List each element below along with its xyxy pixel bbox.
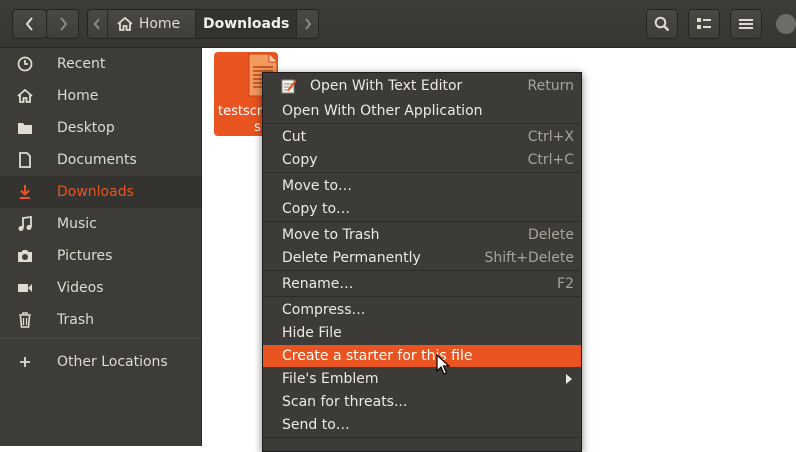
menu-item-shortcut: F2 [557, 276, 574, 292]
menu-item-label: Move to… [282, 178, 353, 194]
sidebar-item-documents[interactable]: Documents [0, 144, 201, 176]
menu-item-hide-file[interactable]: Hide File [263, 322, 581, 344]
menu-item-label: Delete Permanently [282, 250, 421, 266]
camera-icon [16, 248, 34, 264]
plus-icon [16, 354, 34, 370]
menu-item-shortcut: Delete [528, 227, 574, 243]
path-downloads[interactable]: Downloads [196, 10, 298, 38]
download-icon [16, 184, 34, 200]
search-button[interactable] [646, 9, 678, 39]
menu-item-shortcut: Shift+Delete [484, 250, 574, 266]
video-icon [16, 280, 34, 296]
hamburger-menu-icon [739, 19, 753, 29]
folder-icon [16, 120, 34, 136]
sidebar-item-downloads[interactable]: Downloads [0, 176, 201, 208]
sidebar-item-label: Other Locations [57, 354, 168, 370]
chevron-left-icon [94, 18, 101, 30]
sidebar-item-home[interactable]: Home [0, 80, 201, 112]
chevron-right-icon [304, 18, 311, 30]
sidebar: Recent Home Desktop Documents Downloads … [0, 48, 202, 446]
sidebar-item-music[interactable]: Music [0, 208, 201, 240]
menu-item-label: File's Emblem [282, 371, 379, 387]
chevron-left-icon [25, 17, 33, 31]
context-menu: Open With Text Editor Return Open With O… [262, 72, 582, 452]
home-icon [16, 88, 34, 104]
menu-item-copy[interactable]: Copy Ctrl+C [263, 149, 581, 171]
menu-item-label: Copy [282, 152, 318, 168]
sidebar-item-label: Videos [57, 280, 104, 296]
menu-item-label: Open With Other Application [282, 103, 483, 119]
menu-item-move-to-trash[interactable]: Move to Trash Delete [263, 224, 581, 246]
menu-item-label: Copy to… [282, 201, 351, 217]
sidebar-item-recent[interactable]: Recent [0, 48, 201, 80]
clock-icon [16, 56, 34, 72]
forward-button[interactable] [46, 9, 79, 39]
home-icon [117, 17, 133, 31]
sidebar-item-label: Downloads [57, 184, 134, 200]
menu-item-scan-for-threats[interactable]: Scan for threats... [263, 391, 581, 413]
window-minimize-button[interactable] [776, 14, 796, 34]
sidebar-separator [0, 338, 201, 339]
sidebar-item-label: Home [57, 88, 99, 104]
sidebar-item-label: Pictures [57, 248, 113, 264]
sidebar-item-videos[interactable]: Videos [0, 272, 201, 304]
sidebar-item-trash[interactable]: Trash [0, 304, 201, 336]
search-icon [654, 16, 670, 32]
sidebar-item-other-locations[interactable]: Other Locations [0, 346, 201, 378]
menu-separator [264, 221, 580, 222]
sidebar-item-label: Documents [57, 152, 137, 168]
menu-item-shortcut: Ctrl+X [527, 129, 574, 145]
menu-item-files-emblem[interactable]: File's Emblem [263, 368, 581, 390]
back-button[interactable] [12, 9, 47, 39]
path-bar: Home Downloads [87, 9, 319, 39]
sidebar-item-label: Trash [57, 312, 94, 328]
menu-separator [264, 270, 580, 271]
sidebar-item-label: Desktop [57, 120, 115, 136]
path-scroll-right[interactable] [297, 10, 318, 38]
path-home[interactable]: Home [108, 10, 197, 38]
menu-separator [264, 172, 580, 173]
menu-item-label: Compress… [282, 302, 366, 318]
path-home-label: Home [138, 16, 181, 32]
menu-item-compress[interactable]: Compress… [263, 299, 581, 321]
chevron-right-icon [59, 17, 67, 31]
menu-item-label: Open With Text Editor [310, 78, 463, 94]
menu-item-send-to[interactable]: Send to… [263, 414, 581, 436]
menu-item-label: Rename… [282, 276, 354, 292]
path-scroll-left[interactable] [88, 10, 108, 38]
menu-item-label: Cut [282, 129, 307, 145]
header-bar: Home Downloads [0, 0, 796, 48]
menu-item-open-with-text-editor[interactable]: Open With Text Editor Return [263, 75, 581, 97]
sidebar-item-label: Recent [57, 56, 106, 72]
sidebar-item-label: Music [57, 216, 97, 232]
main-menu-button[interactable] [730, 9, 762, 39]
menu-separator [264, 437, 580, 438]
sidebar-item-desktop[interactable]: Desktop [0, 112, 201, 144]
menu-item-open-with-other-application[interactable]: Open With Other Application [263, 100, 581, 122]
menu-item-rename[interactable]: Rename… F2 [263, 273, 581, 295]
menu-item-label: Hide File [282, 325, 342, 341]
document-icon [16, 152, 34, 168]
text-editor-icon [281, 79, 297, 94]
trash-icon [16, 312, 34, 328]
menu-item-cut[interactable]: Cut Ctrl+X [263, 126, 581, 148]
menu-item-move-to[interactable]: Move to… [263, 175, 581, 197]
menu-item-shortcut: Ctrl+C [527, 152, 574, 168]
view-toggle-button[interactable] [688, 9, 720, 39]
menu-separator [264, 296, 580, 297]
menu-item-create-starter[interactable]: Create a starter for this file [263, 345, 581, 367]
submenu-arrow-icon [566, 374, 572, 384]
list-view-icon [697, 18, 711, 29]
menu-item-label: Move to Trash [282, 227, 380, 243]
menu-item-shortcut: Return [527, 78, 574, 94]
music-icon [16, 216, 34, 232]
menu-separator [264, 123, 580, 124]
mouse-cursor-icon [436, 354, 450, 375]
path-downloads-label: Downloads [202, 16, 290, 32]
sidebar-item-pictures[interactable]: Pictures [0, 240, 201, 272]
menu-item-delete-permanently[interactable]: Delete Permanently Shift+Delete [263, 247, 581, 269]
menu-item-label: Send to… [282, 417, 350, 433]
menu-item-label: Scan for threats... [282, 394, 408, 410]
menu-item-copy-to[interactable]: Copy to… [263, 198, 581, 220]
